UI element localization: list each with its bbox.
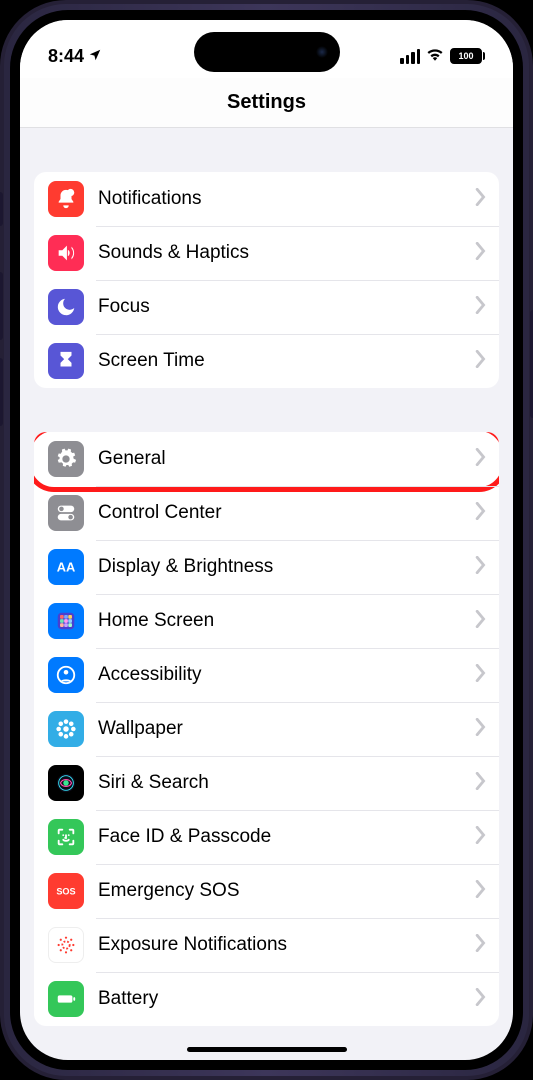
aa-icon: AA: [48, 549, 84, 585]
svg-text:AA: AA: [57, 560, 76, 575]
dynamic-island: [194, 32, 340, 72]
chevron-right-icon: [475, 448, 487, 471]
settings-list[interactable]: Notifications Sounds & Haptics Focus Screen…: [20, 128, 513, 1060]
chevron-right-icon: [475, 880, 487, 903]
chevron-right-icon: [475, 934, 487, 957]
chevron-right-icon: [475, 188, 487, 211]
settings-row-notifications[interactable]: Notifications: [34, 172, 499, 226]
home-indicator[interactable]: [187, 1047, 347, 1052]
chevron-right-icon: [475, 988, 487, 1011]
bell-icon: [48, 181, 84, 217]
row-label: Siri & Search: [98, 772, 475, 794]
chevron-right-icon: [475, 610, 487, 633]
settings-row-general[interactable]: General: [34, 432, 499, 486]
settings-row-controlcenter[interactable]: Control Center: [34, 486, 499, 540]
siri-icon: [48, 765, 84, 801]
battery-icon: [48, 981, 84, 1017]
moon-icon: [48, 289, 84, 325]
settings-row-siri[interactable]: Siri & Search: [34, 756, 499, 810]
switches-icon: [48, 495, 84, 531]
settings-row-sounds[interactable]: Sounds & Haptics: [34, 226, 499, 280]
grid-icon: [48, 603, 84, 639]
virus-icon: [48, 927, 84, 963]
settings-row-sos[interactable]: SOS Emergency SOS: [34, 864, 499, 918]
chevron-right-icon: [475, 296, 487, 319]
settings-row-homescreen[interactable]: Home Screen: [34, 594, 499, 648]
svg-text:SOS: SOS: [56, 887, 75, 897]
chevron-right-icon: [475, 350, 487, 373]
cellular-icon: [400, 49, 420, 64]
row-label: General: [98, 448, 475, 470]
row-label: Battery: [98, 988, 475, 1010]
settings-row-exposure[interactable]: Exposure Notifications: [34, 918, 499, 972]
wifi-icon: [426, 47, 444, 66]
phone-frame: 8:44 100 Settings Notifications Sounds & …: [0, 0, 533, 1080]
chevron-right-icon: [475, 826, 487, 849]
settings-row-accessibility[interactable]: Accessibility: [34, 648, 499, 702]
chevron-right-icon: [475, 718, 487, 741]
page-title: Settings: [20, 78, 513, 128]
hourglass-icon: [48, 343, 84, 379]
row-label: Accessibility: [98, 664, 475, 686]
speaker-icon: [48, 235, 84, 271]
chevron-right-icon: [475, 664, 487, 687]
settings-group: Notifications Sounds & Haptics Focus Screen…: [34, 172, 499, 388]
settings-row-wallpaper[interactable]: Wallpaper: [34, 702, 499, 756]
flower-icon: [48, 711, 84, 747]
chevron-right-icon: [475, 502, 487, 525]
volume-down-button[interactable]: [0, 358, 3, 426]
chevron-right-icon: [475, 772, 487, 795]
row-label: Sounds & Haptics: [98, 242, 475, 264]
settings-row-display[interactable]: AA Display & Brightness: [34, 540, 499, 594]
row-label: Display & Brightness: [98, 556, 475, 578]
sos-icon: SOS: [48, 873, 84, 909]
status-time: 8:44: [48, 46, 84, 67]
chevron-right-icon: [475, 556, 487, 579]
settings-row-screentime[interactable]: Screen Time: [34, 334, 499, 388]
settings-row-faceid[interactable]: Face ID & Passcode: [34, 810, 499, 864]
row-label: Focus: [98, 296, 475, 318]
screen: 8:44 100 Settings Notifications Sounds & …: [20, 20, 513, 1060]
row-label: Face ID & Passcode: [98, 826, 475, 848]
row-label: Wallpaper: [98, 718, 475, 740]
row-label: Emergency SOS: [98, 880, 475, 902]
silent-switch[interactable]: [0, 192, 3, 226]
location-icon: [88, 46, 102, 67]
person-circle-icon: [48, 657, 84, 693]
volume-up-button[interactable]: [0, 272, 3, 340]
row-label: Exposure Notifications: [98, 934, 475, 956]
row-label: Notifications: [98, 188, 475, 210]
gear-icon: [48, 441, 84, 477]
chevron-right-icon: [475, 242, 487, 265]
row-label: Control Center: [98, 502, 475, 524]
settings-row-focus[interactable]: Focus: [34, 280, 499, 334]
row-label: Home Screen: [98, 610, 475, 632]
settings-row-battery[interactable]: Battery: [34, 972, 499, 1026]
settings-group: General Control Center AA Display & Brightn…: [34, 432, 499, 1026]
battery-icon: 100: [450, 48, 485, 64]
row-label: Screen Time: [98, 350, 475, 372]
face-icon: [48, 819, 84, 855]
